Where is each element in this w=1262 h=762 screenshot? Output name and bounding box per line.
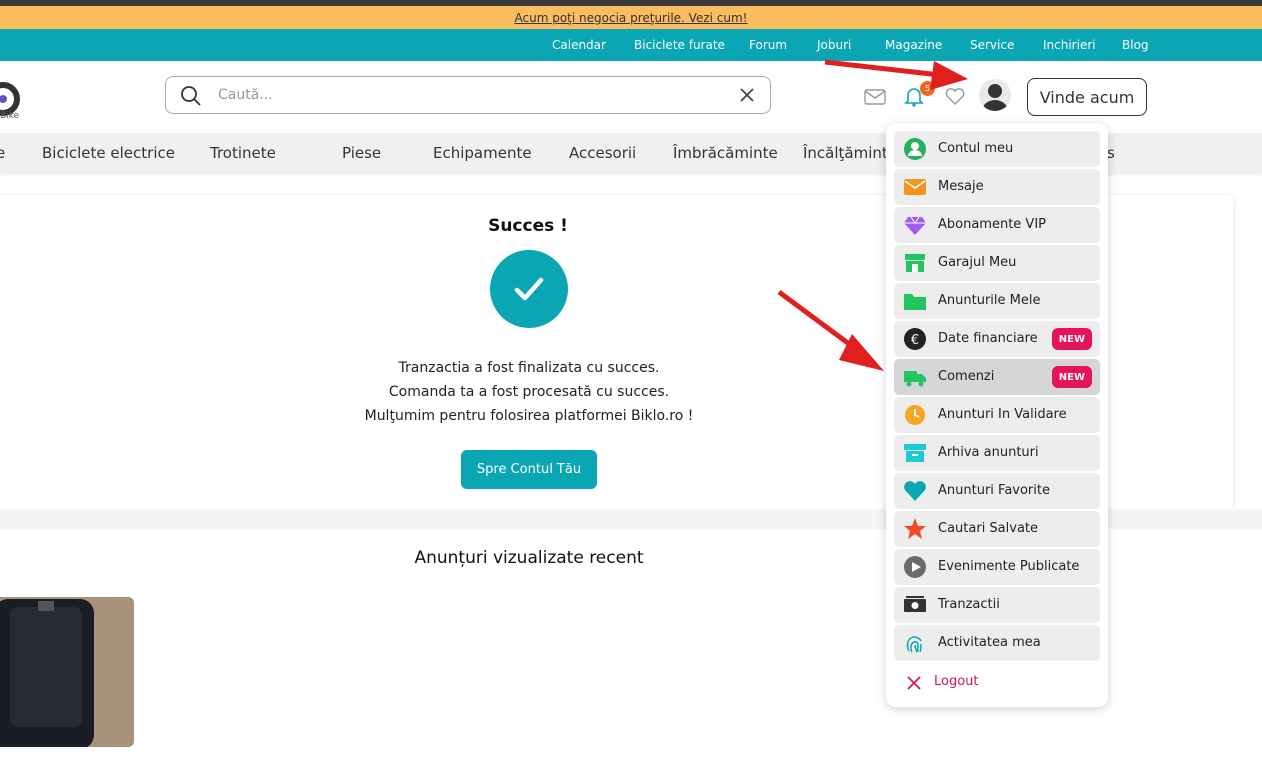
envelope-icon [904,179,926,195]
truck-icon [904,371,926,387]
cash-icon [904,596,926,612]
menu-item-anunturi-favorite[interactable]: Anunturi Favorite [894,473,1100,509]
clock-icon [905,405,925,425]
menu-item-label: Garajul Meu [938,255,1017,270]
promo-banner: Acum poţi negocia preţurile. Vezi cum! [0,6,1262,29]
menu-item-label: Abonamente VIP [938,217,1046,232]
menu-item-label: Date financiare [938,331,1038,346]
new-badge: NEW [1051,328,1092,350]
notification-badge: 5 [920,81,935,96]
category-item[interactable]: e [0,144,5,162]
heart-icon[interactable] [945,88,965,106]
menu-item-label: Anunturile Mele [938,293,1041,308]
top-nav: Calendar Biciclete furate Forum Joburi M… [0,29,1262,61]
menu-item-label: Cautari Salvate [938,521,1039,536]
success-message-line2: Comanda ta a fost procesată cu succes. [388,384,670,400]
menu-item-garajul-meu[interactable]: Garajul Meu [894,245,1100,281]
nav-service[interactable]: Service [970,38,1014,52]
category-biciclete-electrice[interactable]: Biciclete electrice [42,144,175,162]
menu-item-comenzi[interactable]: Comenzi NEW [894,359,1100,395]
menu-item-label: Anunturi In Validare [938,407,1067,422]
logout-label: Logout [934,674,979,689]
category-echipamente[interactable]: Echipamente [433,144,532,162]
user-avatar-icon [982,84,1008,111]
clear-search-icon[interactable] [738,86,756,104]
nav-biciclete-furate[interactable]: Biciclete furate [634,38,725,52]
logo-text: Bike [0,111,20,121]
play-icon [904,556,926,578]
category-trotinete[interactable]: Trotinete [210,144,276,162]
menu-item-tranzactii[interactable]: Tranzactii [894,587,1100,623]
search-bar [165,76,771,114]
heart-icon [904,481,926,501]
new-badge: NEW [1051,366,1092,388]
menu-item-label: Anunturi Favorite [938,483,1050,498]
menu-item-label: Tranzactii [938,597,1000,612]
nav-calendar[interactable]: Calendar [552,38,606,52]
nav-magazine[interactable]: Magazine [885,38,942,52]
nav-joburi[interactable]: Joburi [817,38,851,52]
store-icon [905,254,925,272]
recent-ads-title: Anunțuri vizualizate recent [414,548,644,568]
sell-now-button[interactable]: Vinde acum [1027,78,1147,116]
menu-item-arhiva-anunturi[interactable]: Arhiva anunturi [894,435,1100,471]
menu-item-label: Evenimente Publicate [938,559,1080,574]
euro-icon: € [904,328,926,350]
nav-forum[interactable]: Forum [749,38,787,52]
menu-item-date-financiare[interactable]: € Date financiare NEW [894,321,1100,357]
success-message-line3: Mulţumim pentru folosirea platformei Bik… [364,408,694,424]
svg-text:€: € [911,333,919,348]
check-icon [514,277,544,301]
menu-item-activitatea-mea[interactable]: Activitatea mea [894,625,1100,661]
category-imbracaminte[interactable]: Îmbrăcăminte [673,144,778,162]
fingerprint-icon [906,636,922,653]
close-icon [907,676,921,690]
menu-item-evenimente-publicate[interactable]: Evenimente Publicate [894,549,1100,585]
menu-item-label: Mesaje [938,179,984,194]
category-incaltaminte[interactable]: Încălţămint [803,144,888,162]
logout-button[interactable]: Logout [904,671,1024,695]
category-piese[interactable]: Piese [342,144,381,162]
menu-item-label: Activitatea mea [938,635,1041,650]
recent-ad-thumbnail[interactable] [0,597,134,747]
envelope-icon[interactable] [864,88,886,106]
nav-inchirieri[interactable]: Inchirieri [1043,38,1096,52]
folder-icon [904,294,926,310]
category-accesorii[interactable]: Accesorii [569,144,636,162]
menu-item-abonamente-vip[interactable]: Abonamente VIP [894,207,1100,243]
menu-item-label: Contul meu [938,141,1014,156]
success-message-line1: Tranzactia a fost finalizata cu succes. [398,360,660,376]
nav-blog[interactable]: Blog [1122,38,1149,52]
go-to-account-button[interactable]: Spre Contul Tău [461,450,597,489]
menu-item-contul-meu[interactable]: Contul meu [894,131,1100,167]
menu-item-label: Comenzi [938,369,995,384]
success-check-circle [490,250,568,328]
star-icon [904,518,926,539]
menu-item-label: Arhiva anunturi [938,445,1039,460]
diamond-icon [904,216,926,235]
promo-link[interactable]: Acum poţi negocia preţurile. Vezi cum! [515,11,748,25]
search-input[interactable] [218,85,718,105]
avatar[interactable] [979,79,1011,111]
category-item[interactable]: s [1107,144,1115,162]
ad-image [0,597,134,747]
success-title: Succes ! [488,216,568,236]
menu-item-mesaje[interactable]: Mesaje [894,169,1100,205]
user-icon [904,138,926,160]
menu-item-anunturi-in-validare[interactable]: Anunturi In Validare [894,397,1100,433]
archive-icon [904,444,926,462]
menu-item-anunturile-mele[interactable]: Anunturile Mele [894,283,1100,319]
search-icon[interactable] [180,85,202,107]
account-dropdown-menu: Contul meu Mesaje Abonamente VIP Garajul… [886,123,1108,707]
menu-item-cautari-salvate[interactable]: Cautari Salvate [894,511,1100,547]
